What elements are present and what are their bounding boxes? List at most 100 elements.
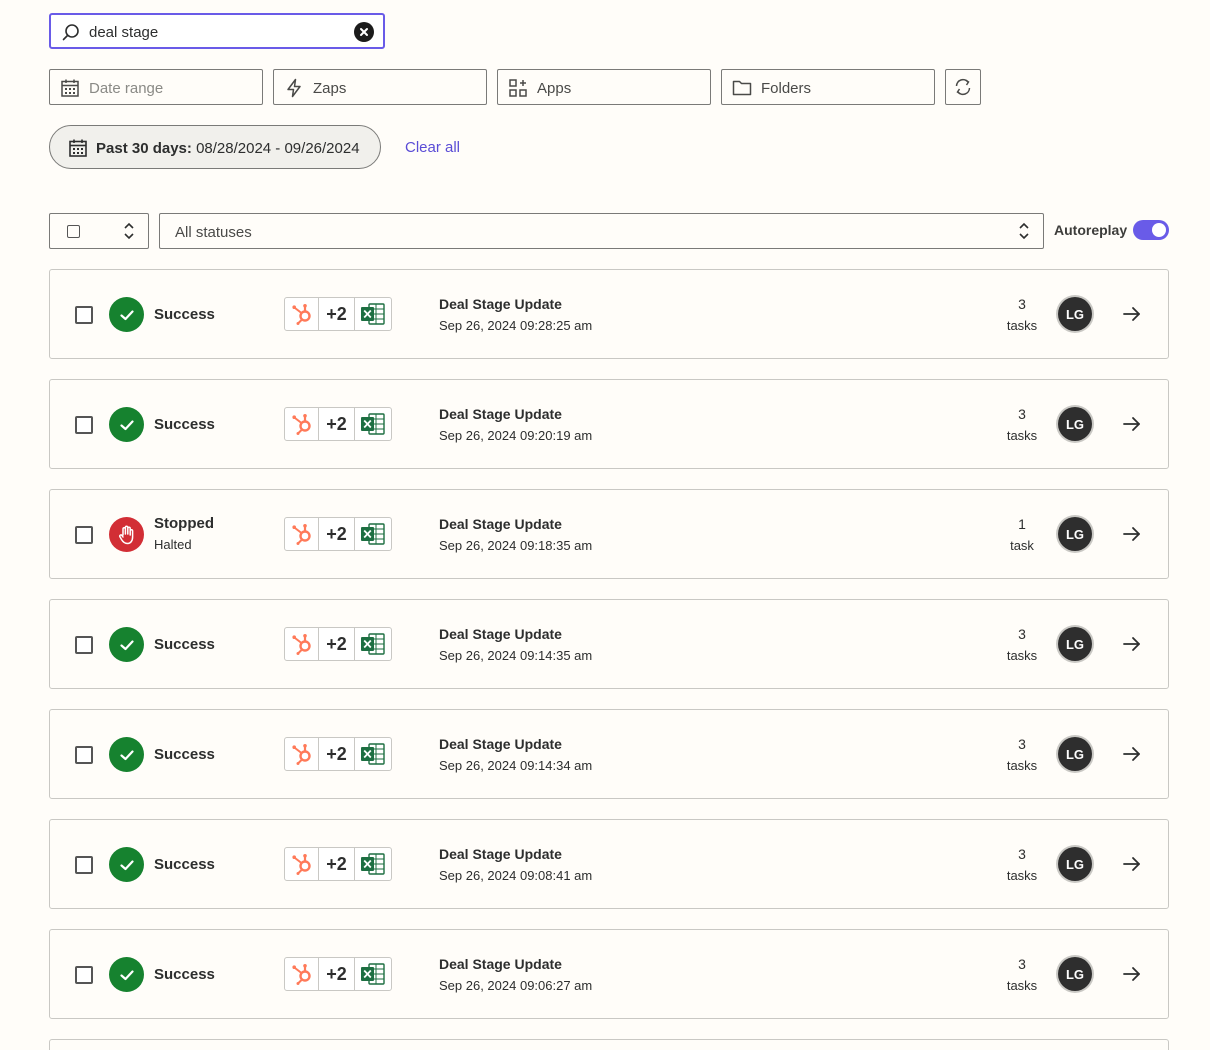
task-count: 3 — [1018, 736, 1026, 752]
avatar[interactable]: LG — [1058, 407, 1092, 441]
more-apps-count: +2 — [319, 738, 355, 770]
zap-name: Deal Stage Update — [439, 736, 562, 752]
clear-all-link[interactable]: Clear all — [405, 139, 460, 156]
run-row[interactable]: Success +2 Deal Stage Update Sep 26, 2024 0… — [49, 819, 1169, 909]
run-row[interactable]: Success +2 Deal Stage Update Sep 26, 2024 0… — [49, 379, 1169, 469]
excel-icon — [355, 848, 391, 880]
check-circle-icon — [109, 957, 144, 992]
excel-icon — [355, 958, 391, 990]
task-label: tasks — [1006, 868, 1038, 883]
avatar[interactable]: LG — [1058, 737, 1092, 771]
hubspot-icon — [285, 298, 319, 330]
task-label: task — [1010, 538, 1034, 553]
status-select[interactable]: All statuses — [159, 213, 1044, 249]
autoreplay-toggle[interactable] — [1133, 220, 1169, 240]
zaps-label: Zaps — [313, 80, 347, 97]
refresh-button[interactable] — [945, 69, 981, 105]
run-row[interactable] — [49, 1039, 1169, 1050]
apps-label: Apps — [537, 80, 572, 97]
run-checkbox[interactable] — [75, 526, 93, 544]
search-icon — [62, 24, 79, 41]
stop-hand-icon — [109, 517, 144, 552]
run-apps: +2 — [284, 407, 392, 441]
more-apps-count: +2 — [319, 408, 355, 440]
zap-name: Deal Stage Update — [439, 516, 562, 532]
arrow-right-icon[interactable] — [1122, 634, 1142, 654]
check-circle-icon — [109, 407, 144, 442]
arrow-right-icon[interactable] — [1122, 744, 1142, 764]
excel-icon — [355, 408, 391, 440]
autoreplay-label: Autoreplay — [1054, 222, 1128, 238]
avatar[interactable]: LG — [1058, 847, 1092, 881]
zap-name: Deal Stage Update — [439, 956, 562, 972]
run-row[interactable]: Success +2 Deal Stage Update Sep 26, 2024 0… — [49, 929, 1169, 1019]
task-count: 3 — [1018, 406, 1026, 422]
more-apps-count: +2 — [319, 298, 355, 330]
select-all-checkbox[interactable] — [67, 225, 80, 238]
run-status: Success — [154, 306, 215, 323]
hubspot-icon — [285, 628, 319, 660]
run-apps: +2 — [284, 737, 392, 771]
arrow-right-icon[interactable] — [1122, 524, 1142, 544]
more-apps-count: +2 — [319, 628, 355, 660]
arrow-right-icon[interactable] — [1122, 414, 1142, 434]
zaps-filter[interactable]: Zaps — [273, 69, 487, 105]
hubspot-icon — [285, 958, 319, 990]
date-range-filter[interactable]: Date range — [49, 69, 263, 105]
run-checkbox[interactable] — [75, 746, 93, 764]
task-count: 3 — [1018, 626, 1026, 642]
bulk-select-dropdown[interactable] — [49, 213, 149, 249]
task-label: tasks — [1006, 648, 1038, 663]
run-apps: +2 — [284, 297, 392, 331]
avatar[interactable]: LG — [1058, 297, 1092, 331]
run-date: Sep 26, 2024 09:06:27 am — [439, 978, 593, 993]
more-apps-count: +2 — [319, 958, 355, 990]
run-checkbox[interactable] — [75, 966, 93, 984]
run-date: Sep 26, 2024 09:18:35 am — [439, 538, 593, 553]
folders-label: Folders — [761, 80, 812, 97]
run-checkbox[interactable] — [75, 416, 93, 434]
chip-text: Past 30 days: 08/28/2024 - 09/26/2024 — [96, 140, 360, 157]
avatar[interactable]: LG — [1058, 957, 1092, 991]
run-row[interactable]: Success +2 Deal Stage Update Sep 26, 2024 0… — [49, 599, 1169, 689]
clear-search-icon[interactable] — [354, 22, 374, 42]
arrow-right-icon[interactable] — [1122, 854, 1142, 874]
folders-filter[interactable]: Folders — [721, 69, 935, 105]
task-label: tasks — [1006, 978, 1038, 993]
more-apps-count: +2 — [319, 518, 355, 550]
run-row[interactable]: Success +2 Deal Stage Update Sep 26, 2024 0… — [49, 269, 1169, 359]
chevron-updown-icon — [1019, 222, 1029, 240]
arrow-right-icon[interactable] — [1122, 964, 1142, 984]
run-row[interactable]: Success +2 Deal Stage Update Sep 26, 2024 0… — [49, 709, 1169, 799]
run-date: Sep 26, 2024 09:28:25 am — [439, 318, 593, 333]
hubspot-icon — [285, 518, 319, 550]
run-checkbox[interactable] — [75, 306, 93, 324]
task-label: tasks — [1006, 758, 1038, 773]
zap-name: Deal Stage Update — [439, 296, 562, 312]
avatar[interactable]: LG — [1058, 517, 1092, 551]
search-input[interactable] — [89, 22, 339, 42]
run-status: Success — [154, 416, 215, 433]
task-count: 3 — [1018, 296, 1026, 312]
run-checkbox[interactable] — [75, 636, 93, 654]
excel-icon — [355, 738, 391, 770]
excel-icon — [355, 518, 391, 550]
apps-icon — [509, 79, 527, 97]
toggle-knob — [1152, 223, 1166, 237]
calendar-icon — [61, 79, 79, 97]
run-status: Success — [154, 746, 215, 763]
avatar[interactable]: LG — [1058, 627, 1092, 661]
apps-filter[interactable]: Apps — [497, 69, 711, 105]
check-circle-icon — [109, 847, 144, 882]
run-row[interactable]: Stopped Halted +2 Deal Stage Update Sep 26, … — [49, 489, 1169, 579]
folder-icon — [732, 80, 752, 96]
run-checkbox[interactable] — [75, 856, 93, 874]
hubspot-icon — [285, 408, 319, 440]
date-range-label: Date range — [89, 80, 164, 97]
run-date: Sep 26, 2024 09:14:35 am — [439, 648, 593, 663]
run-date: Sep 26, 2024 09:14:34 am — [439, 758, 593, 773]
excel-icon — [355, 628, 391, 660]
hubspot-icon — [285, 738, 319, 770]
active-date-filter-chip[interactable]: Past 30 days: 08/28/2024 - 09/26/2024 — [49, 125, 381, 169]
arrow-right-icon[interactable] — [1122, 304, 1142, 324]
